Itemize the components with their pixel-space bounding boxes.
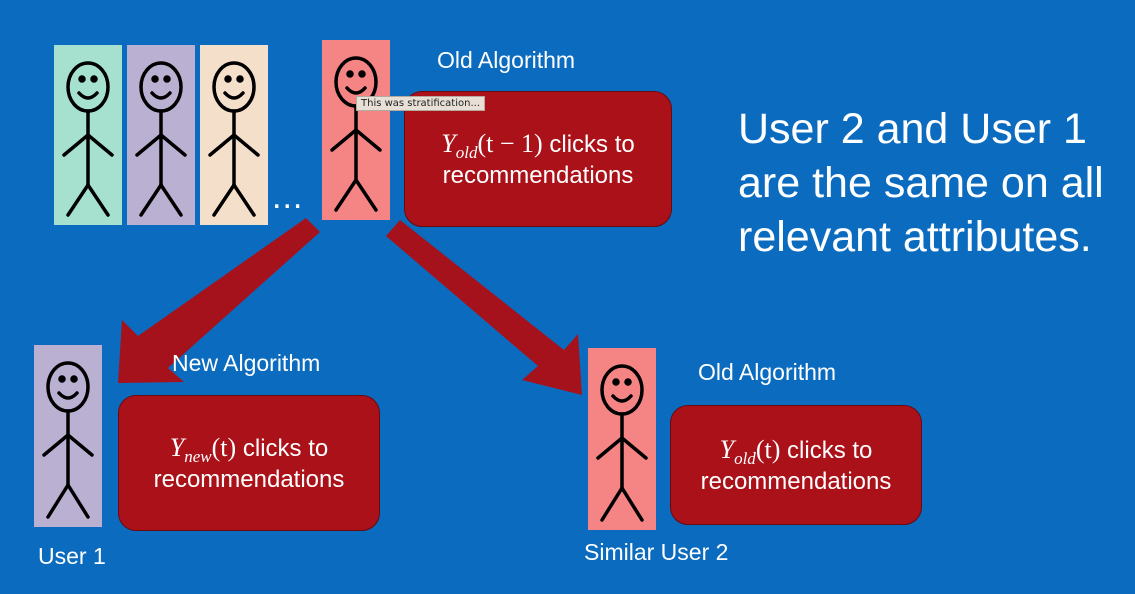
stick-figure-user-1: [34, 345, 102, 527]
new-algorithm-label: New Algorithm: [172, 350, 321, 376]
user-1-label: User 1: [38, 543, 106, 569]
headline-line-1: User 2 and User 1: [738, 105, 1087, 153]
similar-user-2-label: Similar User 2: [584, 539, 729, 565]
box-line-2: recommendations: [700, 468, 892, 496]
math-expression: Ynew(t): [169, 432, 237, 466]
headline: User 2 and User 1 are the same on all re…: [738, 103, 1104, 264]
stick-figure-lavender: [127, 45, 195, 225]
headline-line-2: are the same on all: [738, 158, 1104, 207]
old-algorithm-label-bottom: Old Algorithm: [698, 359, 837, 385]
ellipsis: ...: [272, 178, 304, 216]
new-algorithm-box: Ynew(t) clicks to recommendations: [118, 395, 380, 531]
box-line-1: Yold(t) clicks to: [719, 434, 873, 468]
headline-line-3: relevant attributes.: [738, 212, 1092, 261]
stick-figure-pink-top: [322, 40, 390, 220]
box-line-1: Yold(t − 1) clicks to: [441, 128, 635, 162]
old-algorithm-box-top: Yold(t − 1) clicks to recommendations: [404, 91, 672, 227]
box-line-2: recommendations: [442, 162, 634, 190]
box-line-2: recommendations: [153, 466, 345, 494]
old-algorithm-box-bottom: Yold(t) clicks to recommendations: [670, 405, 922, 525]
stick-figure-peach: [200, 45, 268, 225]
stick-figure-teal: [54, 45, 122, 225]
box-line-1: Ynew(t) clicks to: [169, 432, 329, 466]
comment-tooltip[interactable]: This was stratification...: [356, 96, 485, 111]
stick-figure-similar-user-2: [588, 348, 656, 530]
old-algorithm-label-top: Old Algorithm: [437, 47, 576, 73]
math-expression: Yold(t): [719, 434, 781, 468]
arrow-to-similar-user-2: [386, 220, 582, 395]
math-expression: Yold(t − 1): [441, 128, 543, 162]
